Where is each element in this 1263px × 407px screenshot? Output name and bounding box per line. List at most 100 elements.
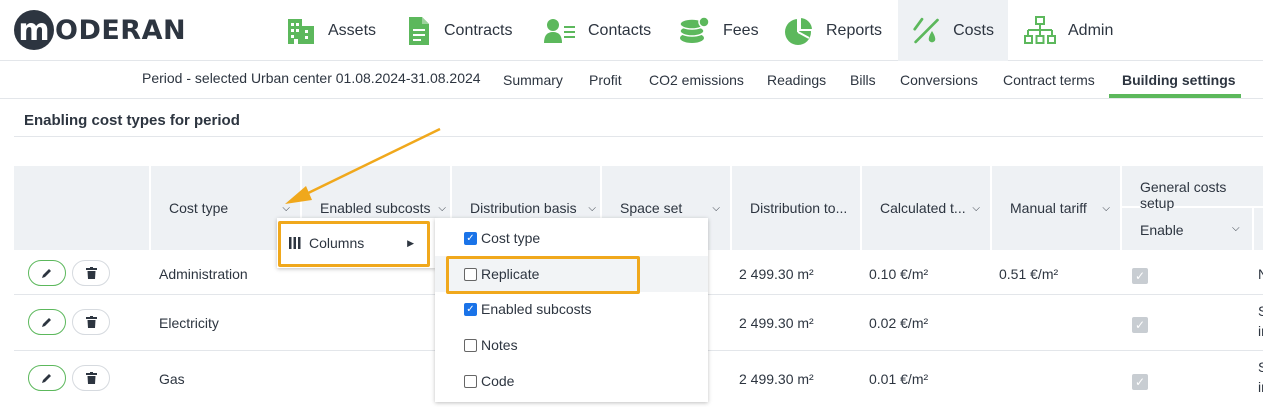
nav-assets-label: Assets <box>328 21 377 39</box>
pencil-icon <box>42 374 51 383</box>
col-enable-label: Enable <box>1140 222 1184 238</box>
top-navigation-bar: m ODERAN Assets Contracts Contacts Fees … <box>0 0 1263 61</box>
enable-checkbox: ✓ <box>1132 374 1148 390</box>
edit-button[interactable] <box>28 365 66 391</box>
pencil-icon <box>42 269 51 278</box>
column-option-code[interactable]: Code <box>435 363 708 399</box>
moderan-logo[interactable]: m ODERAN <box>14 8 186 52</box>
nav-reports-label: Reports <box>826 21 883 39</box>
columns-submenu: ✓ Cost type Replicate ✓ Enabled subcosts… <box>435 218 708 402</box>
cell-cost-type: Electricity <box>159 315 219 331</box>
cell-truncated: S <box>1258 303 1263 319</box>
chevron-down-icon[interactable]: ⌵ <box>1232 223 1240 234</box>
tab-conversions[interactable]: Conversions <box>900 72 978 88</box>
chevron-down-icon[interactable]: ⌵ <box>972 203 980 214</box>
chevron-down-icon[interactable]: ⌵ <box>438 203 446 214</box>
col-enabled-subcosts-label: Enabled subcosts <box>320 200 431 216</box>
col-header-manual-tariff[interactable]: Manual tariff ⌵ <box>990 166 1120 250</box>
nav-fees[interactable]: Fees <box>665 0 773 61</box>
nav-assets[interactable]: Assets <box>272 0 390 61</box>
enable-checkbox: ✓ <box>1132 317 1148 333</box>
col-header-enable[interactable]: Enable ⌵ <box>1122 208 1252 250</box>
col-group-general-costs-setup: General costs setup Enable ⌵ <box>1120 166 1263 250</box>
nav-costs[interactable]: Costs <box>898 0 1008 61</box>
tab-co2-emissions[interactable]: CO2 emissions <box>649 72 744 88</box>
tab-contract-terms[interactable]: Contract terms <box>1003 72 1095 88</box>
chevron-down-icon[interactable]: ⌵ <box>588 203 596 214</box>
pencil-icon <box>42 318 51 327</box>
col-header-calculated[interactable]: Calculated t... ⌵ <box>860 166 990 250</box>
col-distribution-basis-label: Distribution basis <box>470 200 577 216</box>
nav-contacts[interactable]: Contacts <box>530 0 665 61</box>
column-option-cost-type[interactable]: ✓ Cost type <box>435 220 708 256</box>
column-option-label: Notes <box>481 337 518 353</box>
chevron-down-icon[interactable]: ⌵ <box>712 203 720 214</box>
nav-reports[interactable]: Reports <box>770 0 896 61</box>
org-chart-icon <box>1024 15 1056 44</box>
building-icon <box>288 18 314 44</box>
trash-icon <box>85 267 97 279</box>
column-option-label: Cost type <box>481 230 541 246</box>
col-space-set-label: Space set <box>620 200 683 216</box>
period-subnav: Period - selected Urban center 01.08.202… <box>0 61 1263 99</box>
col-header-distribution-to[interactable]: Distribution to... <box>730 166 860 250</box>
tab-summary[interactable]: Summary <box>503 72 563 88</box>
checkbox-unchecked[interactable] <box>464 338 477 352</box>
pie-chart-icon <box>785 15 814 45</box>
logo-text: ODERAN <box>55 14 187 46</box>
contacts-icon <box>544 18 575 43</box>
col-distribution-to-label: Distribution to... <box>750 200 848 216</box>
cell-truncated: ir <box>1258 323 1263 339</box>
active-tab-indicator <box>1109 94 1241 98</box>
trash-icon <box>85 316 97 328</box>
column-option-enabled-subcosts[interactable]: ✓ Enabled subcosts <box>435 291 708 327</box>
section-title: Enabling cost types for period <box>24 112 240 129</box>
nav-admin-label: Admin <box>1068 21 1114 39</box>
nav-contracts[interactable]: Contracts <box>392 0 526 61</box>
delete-button[interactable] <box>72 260 110 286</box>
nav-contracts-label: Contracts <box>444 21 513 39</box>
cell-distribution-to: 2 499.30 m² <box>739 266 814 282</box>
nav-fees-label: Fees <box>723 21 759 39</box>
chevron-down-icon[interactable]: ⌵ <box>1102 203 1110 214</box>
col-group-label: General costs setup <box>1122 166 1263 211</box>
cell-calculated: 0.01 €/m² <box>869 371 929 387</box>
edit-button[interactable] <box>28 260 66 286</box>
nav-admin[interactable]: Admin <box>1010 0 1127 61</box>
annotation-highlight-columns <box>278 221 430 267</box>
checkbox-checked[interactable]: ✓ <box>464 231 477 245</box>
cell-distribution-to: 2 499.30 m² <box>739 371 814 387</box>
checkbox-checked[interactable]: ✓ <box>464 302 477 316</box>
tab-readings[interactable]: Readings <box>767 72 826 88</box>
logo-mark: m <box>14 10 54 50</box>
enable-checkbox: ✓ <box>1132 268 1148 284</box>
column-option-notes[interactable]: Notes <box>435 327 708 363</box>
delete-button[interactable] <box>72 309 110 335</box>
cell-truncated: N <box>1258 266 1263 282</box>
cell-cost-type: Administration <box>159 266 248 282</box>
col-manual-tariff-label: Manual tariff <box>1010 200 1087 216</box>
edit-button[interactable] <box>28 309 66 335</box>
section-divider <box>14 136 1263 137</box>
nav-costs-label: Costs <box>953 21 994 39</box>
checkbox-unchecked[interactable] <box>464 374 477 388</box>
trash-icon <box>85 372 97 384</box>
tab-profit[interactable]: Profit <box>589 72 622 88</box>
col-calculated-label: Calculated t... <box>880 200 966 216</box>
period-label: Period - selected Urban center 01.08.202… <box>142 70 481 86</box>
cell-distribution-to: 2 499.30 m² <box>739 315 814 331</box>
cell-manual-tariff: 0.51 €/m² <box>999 266 1059 282</box>
cell-calculated: 0.02 €/m² <box>869 315 929 331</box>
tab-bills[interactable]: Bills <box>850 72 876 88</box>
coins-icon <box>679 15 710 43</box>
document-icon <box>409 16 429 45</box>
tab-building-settings[interactable]: Building settings <box>1122 72 1236 88</box>
chevron-down-icon[interactable]: ⌵ <box>282 203 290 214</box>
column-option-label: Code <box>481 373 515 389</box>
column-option-label: Enabled subcosts <box>481 301 592 317</box>
cell-truncated: S <box>1258 359 1263 375</box>
delete-button[interactable] <box>72 365 110 391</box>
col-cost-type-label: Cost type <box>169 200 229 216</box>
cell-cost-type: Gas <box>159 371 185 387</box>
costs-icon <box>913 17 939 43</box>
